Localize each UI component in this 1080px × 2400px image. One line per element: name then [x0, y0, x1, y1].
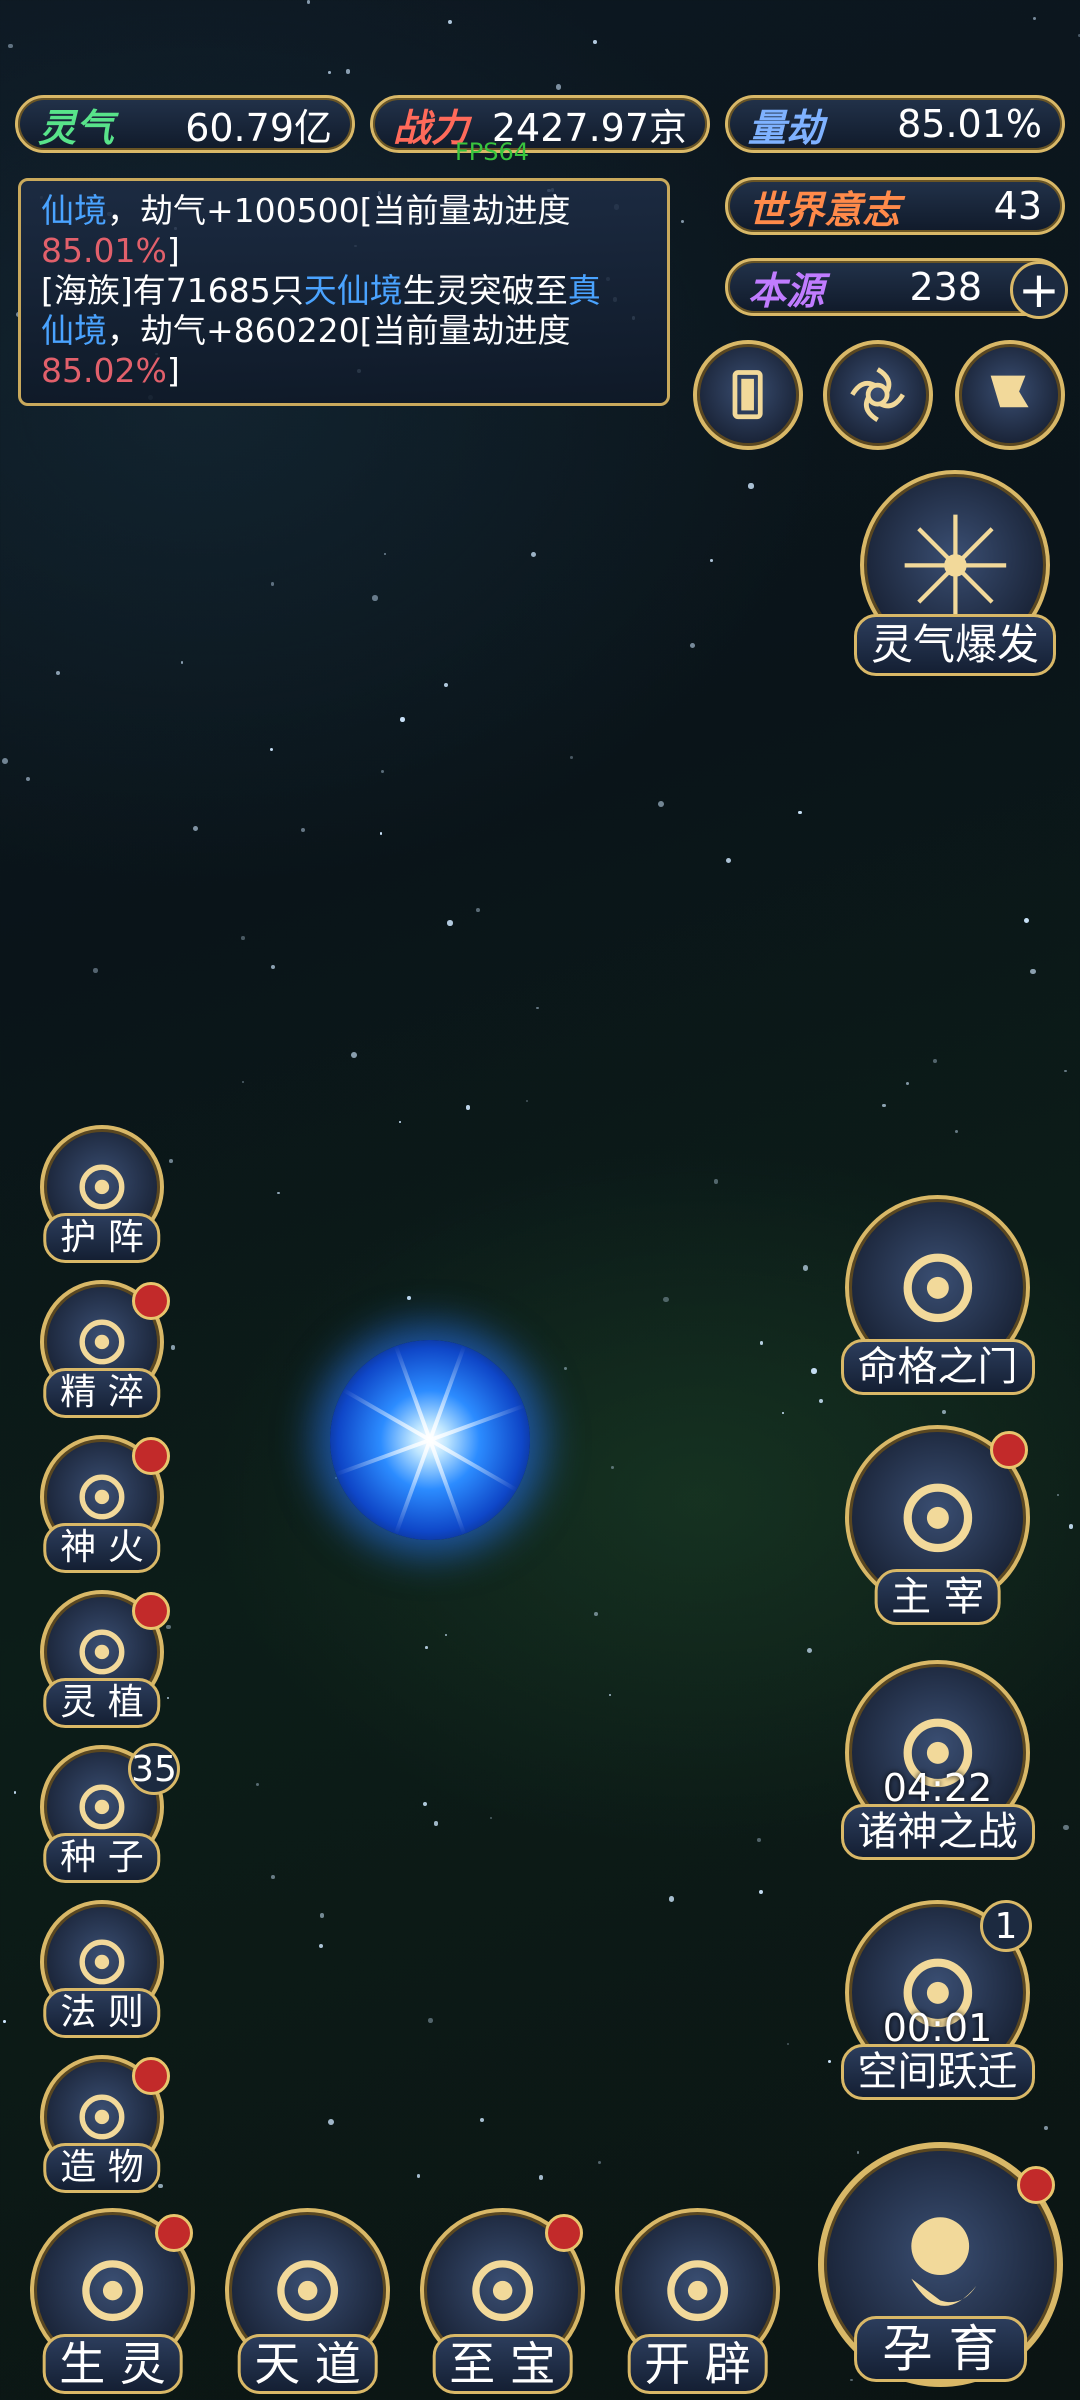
left-menu-item[interactable]: 灵 植 [40, 1590, 170, 1728]
log-line-2: 85.01%] [41, 231, 180, 270]
dragon-icon [903, 1483, 972, 1552]
liangjie-value: 85.01% [897, 102, 1042, 146]
notification-dot [132, 1282, 170, 1320]
right-menu-label: 主 宰 [874, 1569, 1001, 1625]
lingqi-label: 灵气 [38, 105, 115, 150]
log-line-3: [海族]有71685只天仙境生灵突破至真 [41, 271, 601, 310]
add-benyuan-button[interactable]: + [1010, 261, 1068, 319]
bottom-menu-label: 至 宝 [432, 2334, 573, 2394]
right-menu-item[interactable]: 00:01 空间跃迁 1 [840, 1900, 1035, 2100]
left-menu-label: 护 阵 [43, 1213, 161, 1263]
bottom-menu-label: 生 灵 [42, 2334, 183, 2394]
left-menu-item[interactable]: 护 阵 [40, 1125, 164, 1263]
yunyu-notification-dot [1017, 2166, 1055, 2204]
lingqi-value: 60.79亿 [185, 105, 332, 150]
flag-icon [991, 376, 1029, 408]
zhanli-stat[interactable]: 战力 2427.97京 [370, 95, 710, 153]
gate-icon [903, 1253, 972, 1322]
card-icon [732, 370, 764, 420]
notification-dot [132, 1592, 170, 1630]
lingqi-burst-button[interactable]: 灵气爆发 [853, 470, 1057, 676]
yunyu-button[interactable]: 孕 育 [818, 2142, 1063, 2387]
shijie-value: 43 [993, 184, 1042, 228]
event-log: 仙境，劫气+100500[当前量劫进度 85.01%] [海族]有71685只天… [18, 178, 670, 406]
left-menu-label: 法 则 [43, 1988, 161, 2038]
world-orb[interactable] [330, 1340, 530, 1540]
notification-dot [132, 2057, 170, 2095]
phoenix-icon [82, 2260, 143, 2321]
right-menu-label: 命格之门 [840, 1339, 1035, 1395]
right-menu-label: 空间跃迁 [840, 2044, 1035, 2100]
notification-dot [132, 1437, 170, 1475]
benyuan-value: 238 [909, 265, 982, 309]
fps-counter: FPS64 [455, 138, 530, 166]
bottom-menu-label: 天 道 [237, 2334, 378, 2394]
bottom-menu-label: 开 辟 [627, 2334, 768, 2394]
axe-icon [667, 2260, 728, 2321]
left-menu-label: 精 淬 [43, 1368, 161, 1418]
left-menu-item[interactable]: 法 则 [40, 1900, 164, 2038]
left-menu-label: 神 火 [43, 1523, 161, 1573]
bottom-menu-item[interactable]: 开 辟 [615, 2208, 780, 2394]
shijie-label: 世界意志 [748, 187, 901, 232]
notification-dot [990, 1431, 1028, 1469]
lingqi-stat[interactable]: 灵气 60.79亿 [15, 95, 355, 153]
benyuan-stat[interactable]: 本源 238 + [725, 258, 1068, 319]
wave-icon [277, 2260, 338, 2321]
burst-icon [904, 514, 1006, 616]
bottom-menu-item[interactable]: 天 道 [225, 2208, 390, 2394]
log-line-4: 仙境，劫气+860220[当前量劫进度 [41, 311, 571, 350]
bottom-menu-item[interactable]: 生 灵 [30, 2208, 195, 2394]
benyuan-label: 本源 [748, 268, 825, 313]
right-menu-item[interactable]: 主 宰 [845, 1425, 1030, 1625]
right-menu-item[interactable]: 命格之门 [840, 1195, 1035, 1395]
count-badge: 1 [980, 1900, 1032, 1952]
notification-dot [155, 2214, 193, 2252]
left-menu-label: 灵 植 [43, 1678, 161, 1728]
log-line-1: 仙境，劫气+100500[当前量劫进度 [41, 191, 571, 230]
card-button[interactable] [693, 340, 803, 450]
bottom-menu-item[interactable]: 至 宝 [420, 2208, 585, 2394]
treasure-icon [472, 2260, 533, 2321]
left-menu-label: 造 物 [43, 2143, 161, 2193]
shijie-stat[interactable]: 世界意志 43 [725, 177, 1065, 235]
left-menu-item[interactable]: 神 火 [40, 1435, 170, 1573]
flag-button[interactable] [955, 340, 1065, 450]
right-menu-item[interactable]: 04:22 诸神之战 [840, 1660, 1035, 1860]
notification-dot [545, 2214, 583, 2252]
vortex-icon [850, 367, 906, 423]
yunyu-label: 孕 育 [853, 2316, 1028, 2382]
count-badge: 35 [128, 1743, 180, 1795]
liangjie-label: 量劫 [748, 105, 825, 150]
right-menu-label: 诸神之战 [840, 1804, 1035, 1860]
vortex-button[interactable] [823, 340, 933, 450]
left-menu-label: 种 子 [43, 1833, 161, 1883]
left-menu-item[interactable]: 种 子 35 [40, 1743, 180, 1883]
lingqi-burst-label: 灵气爆发 [853, 614, 1057, 676]
liangjie-stat[interactable]: 量劫 85.01% [725, 95, 1065, 153]
left-menu-item[interactable]: 精 淬 [40, 1280, 170, 1418]
log-line-5: 85.02%] [41, 351, 180, 390]
left-menu-item[interactable]: 造 物 [40, 2055, 170, 2193]
